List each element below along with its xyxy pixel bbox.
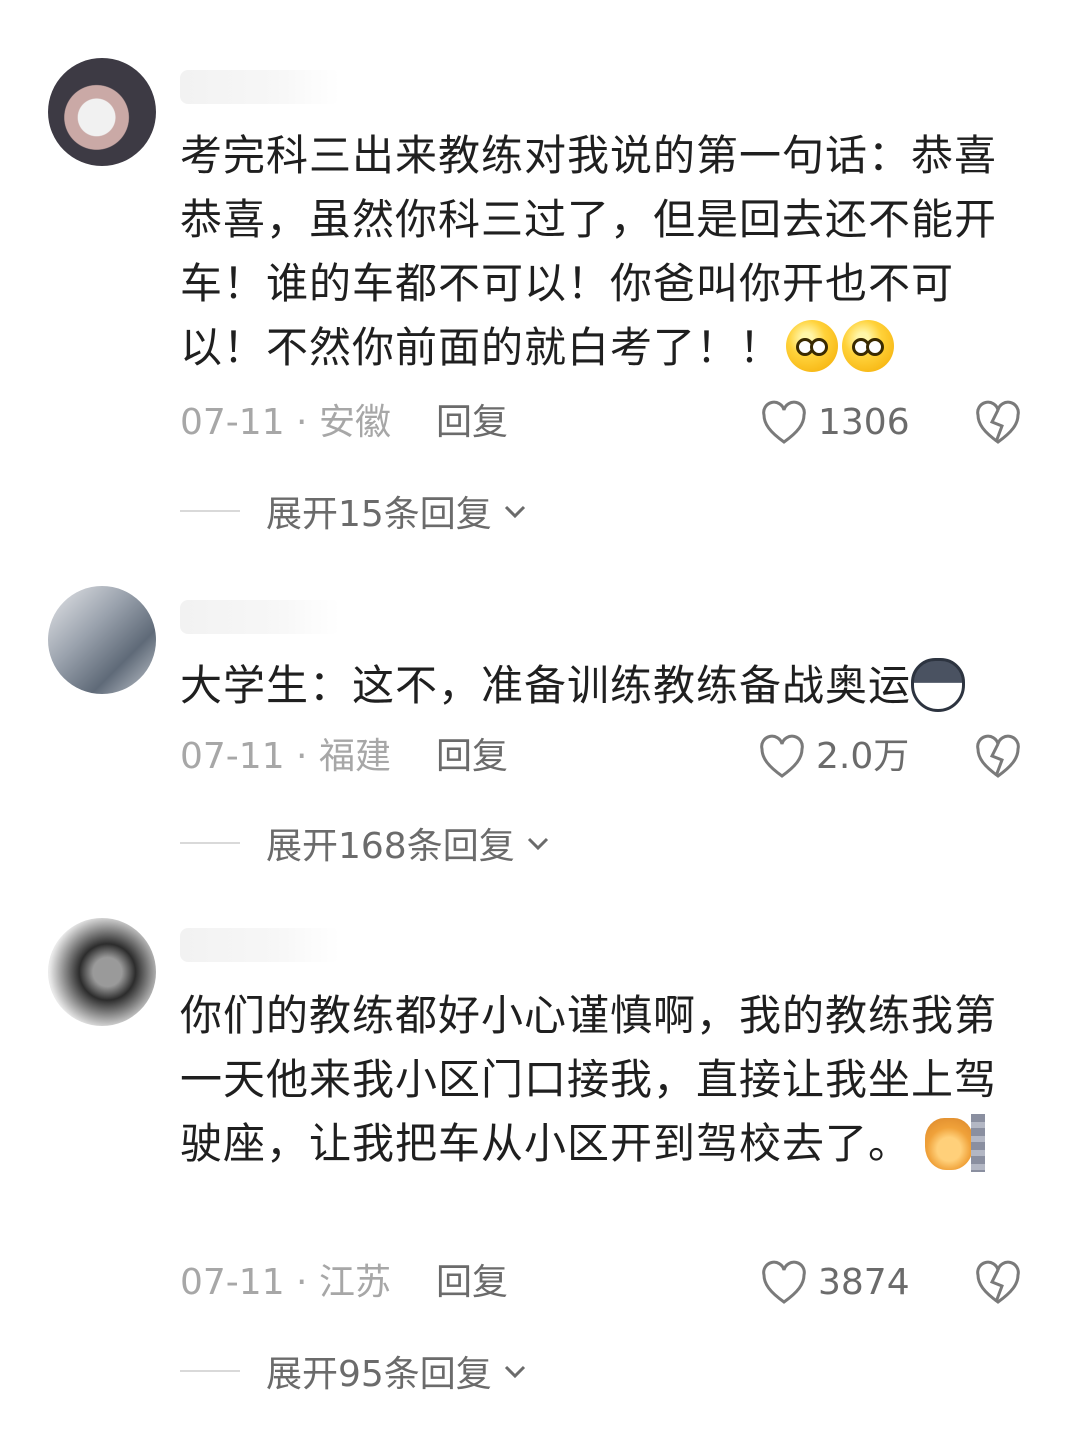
comment-body: 你们的教练都好小心谨慎啊，我的教练我第一天他来我小区门口接我，直接让我坐上驾驶座… <box>180 991 998 1168</box>
comment-body: 大学生：这不，准备训练教练备战奥运 <box>180 661 912 710</box>
dog-face-icon <box>911 658 966 712</box>
comment-meta: 07-11 · 安徽 回复 1306 <box>180 398 1040 448</box>
heart-icon <box>762 1260 806 1304</box>
like-count: 3874 <box>818 1262 910 1303</box>
chevron-down-icon <box>527 837 548 851</box>
comment-meta: 07-11 · 福建 回复 2.0万 <box>180 732 1040 782</box>
like-button[interactable]: 1306 <box>760 398 910 448</box>
reply-button[interactable]: 回复 <box>436 1258 508 1308</box>
username-blurred[interactable] <box>180 70 340 104</box>
smiling-face-icon <box>786 320 839 372</box>
avatar[interactable] <box>48 586 156 694</box>
expand-replies[interactable]: 展开15条回复 <box>180 486 530 536</box>
like-button[interactable]: 2.0万 <box>758 732 909 782</box>
broken-heart-icon[interactable] <box>974 1258 1022 1308</box>
chevron-down-icon <box>504 505 525 519</box>
comment-meta: 07-11 · 江苏 回复 3874 <box>180 1258 1040 1308</box>
comment-text: 大学生：这不，准备训练教练备战奥运 <box>180 654 1030 718</box>
expand-label: 展开15条回复 <box>266 494 492 535</box>
reply-button[interactable]: 回复 <box>436 398 508 448</box>
date-location: 07-11 · 安徽 <box>180 402 391 443</box>
heart-icon <box>760 734 804 778</box>
divider-line <box>180 1370 240 1372</box>
username-blurred[interactable] <box>180 928 340 962</box>
reply-button[interactable]: 回复 <box>436 732 508 782</box>
heart-icon <box>762 400 806 444</box>
chevron-down-icon <box>504 1365 525 1379</box>
date-location: 07-11 · 江苏 <box>180 1262 391 1303</box>
like-count: 1306 <box>818 402 910 443</box>
comment-text: 你们的教练都好小心谨慎啊，我的教练我第一天他来我小区门口接我，直接让我坐上驾驶座… <box>180 984 1030 1176</box>
username-blurred[interactable] <box>180 600 340 634</box>
expand-replies[interactable]: 展开168条回复 <box>180 818 553 868</box>
divider-line <box>180 510 240 512</box>
like-count: 2.0万 <box>816 736 910 777</box>
smiling-face-icon <box>842 320 895 372</box>
date-location: 07-11 · 福建 <box>180 736 391 777</box>
broken-heart-icon[interactable] <box>974 398 1022 448</box>
expand-label: 展开95条回复 <box>266 1354 492 1395</box>
expand-replies[interactable]: 展开95条回复 <box>180 1346 530 1396</box>
cat-peeking-icon <box>925 1114 986 1172</box>
like-button[interactable]: 3874 <box>760 1258 910 1308</box>
broken-heart-icon[interactable] <box>974 732 1022 782</box>
comment-text: 考完科三出来教练对我说的第一句话：恭喜恭喜，虽然你科三过了，但是回去还不能开车！… <box>180 124 1030 380</box>
expand-label: 展开168条回复 <box>266 826 515 867</box>
avatar[interactable] <box>48 58 156 166</box>
avatar[interactable] <box>48 918 156 1026</box>
divider-line <box>180 842 240 844</box>
